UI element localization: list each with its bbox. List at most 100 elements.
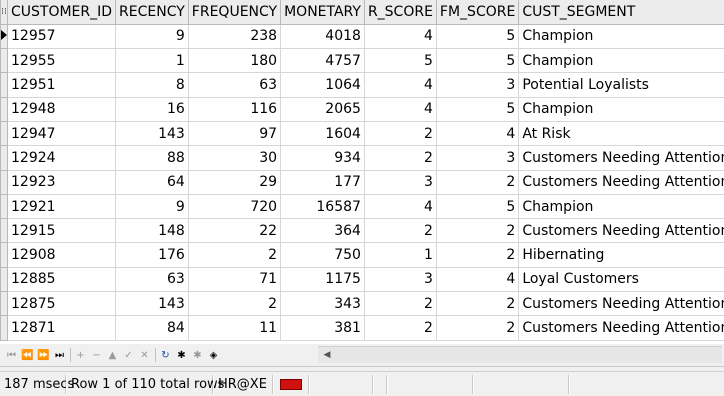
cell-recency[interactable]: 143 (116, 292, 189, 316)
cell-r-score[interactable]: 2 (364, 316, 436, 340)
cell-cust-segment[interactable]: Champion (519, 24, 724, 48)
cell-frequency[interactable]: 720 (188, 194, 280, 218)
cell-frequency[interactable]: 71 (188, 267, 280, 291)
post-edit-button[interactable]: ✓ (121, 347, 136, 363)
table-row[interactable]: 128856371117534Loyal Customers (1, 267, 724, 291)
cell-customer-id[interactable]: 12885 (8, 267, 116, 291)
cell-monetary[interactable]: 2065 (281, 97, 365, 121)
column-header-customer-id[interactable]: CUSTOMER_ID (8, 0, 116, 24)
cell-recency[interactable]: 8 (116, 73, 189, 97)
cell-cust-segment[interactable]: Champion (519, 49, 724, 73)
cell-r-score[interactable]: 2 (364, 121, 436, 145)
column-header-recency[interactable]: RECENCY (116, 0, 189, 24)
cancel-edit-button[interactable]: ✕ (137, 347, 152, 363)
table-row[interactable]: 12908176275012Hibernating (1, 243, 724, 267)
cell-recency[interactable]: 84 (116, 316, 189, 340)
cell-fm-score[interactable]: 2 (436, 292, 518, 316)
table-row[interactable]: 129151482236422Customers Needing Attenti… (1, 219, 724, 243)
next-page-button[interactable]: ⏩ (36, 347, 51, 363)
table-row[interactable]: 12871841138122Customers Needing Attentio… (1, 316, 724, 340)
cell-recency[interactable]: 143 (116, 121, 189, 145)
table-row[interactable]: 12924883093423Customers Needing Attentio… (1, 146, 724, 170)
first-record-button[interactable]: ⏮ (4, 347, 19, 363)
cell-r-score[interactable]: 4 (364, 194, 436, 218)
cell-customer-id[interactable]: 12875 (8, 292, 116, 316)
cell-frequency[interactable]: 180 (188, 49, 280, 73)
cell-fm-score[interactable]: 5 (436, 24, 518, 48)
row-indicator[interactable] (1, 243, 8, 267)
column-header-r-score[interactable]: R_SCORE (364, 0, 436, 24)
cell-customer-id[interactable]: 12957 (8, 24, 116, 48)
cell-cust-segment[interactable]: Champion (519, 194, 724, 218)
cell-recency[interactable]: 88 (116, 146, 189, 170)
cell-recency[interactable]: 148 (116, 219, 189, 243)
cell-customer-id[interactable]: 12871 (8, 316, 116, 340)
cell-frequency[interactable]: 238 (188, 24, 280, 48)
cell-monetary[interactable]: 381 (281, 316, 365, 340)
cell-customer-id[interactable]: 12951 (8, 73, 116, 97)
cell-customer-id[interactable]: 12923 (8, 170, 116, 194)
cell-customer-id[interactable]: 12915 (8, 219, 116, 243)
cell-r-score[interactable]: 2 (364, 292, 436, 316)
cell-r-score[interactable]: 2 (364, 219, 436, 243)
row-indicator[interactable] (1, 219, 8, 243)
cell-fm-score[interactable]: 4 (436, 267, 518, 291)
table-row[interactable]: 129551180475755Champion (1, 49, 724, 73)
cell-cust-segment[interactable]: Customers Needing Attention (519, 292, 724, 316)
cell-frequency[interactable]: 116 (188, 97, 280, 121)
scroll-left-icon[interactable]: ◀ (320, 348, 334, 362)
cell-cust-segment[interactable]: Customers Needing Attention (519, 316, 724, 340)
cell-frequency[interactable]: 2 (188, 243, 280, 267)
cell-recency[interactable]: 9 (116, 24, 189, 48)
cell-monetary[interactable]: 1064 (281, 73, 365, 97)
cell-customer-id[interactable]: 12947 (8, 121, 116, 145)
cell-fm-score[interactable]: 2 (436, 170, 518, 194)
column-header-fm-score[interactable]: FM_SCORE (436, 0, 518, 24)
cell-r-score[interactable]: 5 (364, 49, 436, 73)
cell-monetary[interactable]: 177 (281, 170, 365, 194)
query-by-example-button[interactable]: ✱ (174, 347, 189, 363)
row-indicator[interactable] (1, 146, 8, 170)
table-row[interactable]: 1292197201658745Champion (1, 194, 724, 218)
row-indicator[interactable] (1, 316, 8, 340)
header-indicator[interactable]: ⁞⁞ (1, 0, 8, 24)
cell-customer-id[interactable]: 12924 (8, 146, 116, 170)
table-row[interactable]: 129579238401845Champion (1, 24, 724, 48)
cell-fm-score[interactable]: 3 (436, 146, 518, 170)
table-row[interactable]: 1294714397160424At Risk (1, 121, 724, 145)
row-indicator[interactable] (1, 73, 8, 97)
cell-cust-segment[interactable]: Loyal Customers (519, 267, 724, 291)
cell-cust-segment[interactable]: At Risk (519, 121, 724, 145)
cell-customer-id[interactable]: 12908 (8, 243, 116, 267)
cell-fm-score[interactable]: 5 (436, 97, 518, 121)
cell-monetary[interactable]: 4757 (281, 49, 365, 73)
row-indicator[interactable] (1, 292, 8, 316)
row-indicator[interactable] (1, 121, 8, 145)
cell-fm-score[interactable]: 5 (436, 49, 518, 73)
cell-monetary[interactable]: 1175 (281, 267, 365, 291)
horizontal-scrollbar[interactable]: ◀ (318, 346, 722, 363)
cell-fm-score[interactable]: 4 (436, 121, 518, 145)
table-row[interactable]: 12951863106443Potential Loyalists (1, 73, 724, 97)
cell-cust-segment[interactable]: Hibernating (519, 243, 724, 267)
cell-fm-score[interactable]: 3 (436, 73, 518, 97)
cell-cust-segment[interactable]: Customers Needing Attention (519, 146, 724, 170)
cell-frequency[interactable]: 2 (188, 292, 280, 316)
column-header-cust-segment[interactable]: CUST_SEGMENT (519, 0, 724, 24)
cell-frequency[interactable]: 63 (188, 73, 280, 97)
row-indicator[interactable] (1, 194, 8, 218)
cell-cust-segment[interactable]: Customers Needing Attention (519, 219, 724, 243)
cell-customer-id[interactable]: 12921 (8, 194, 116, 218)
cell-monetary[interactable]: 4018 (281, 24, 365, 48)
table-row[interactable]: 12923642917732Customers Needing Attentio… (1, 170, 724, 194)
column-header-frequency[interactable]: FREQUENCY (188, 0, 280, 24)
refresh-button[interactable]: ↻ (158, 347, 173, 363)
cell-monetary[interactable]: 364 (281, 219, 365, 243)
cell-recency[interactable]: 16 (116, 97, 189, 121)
table-row[interactable]: 12875143234322Customers Needing Attentio… (1, 292, 724, 316)
cell-monetary[interactable]: 750 (281, 243, 365, 267)
cell-fm-score[interactable]: 2 (436, 219, 518, 243)
edit-record-button[interactable]: ▲ (105, 347, 120, 363)
row-indicator[interactable] (1, 267, 8, 291)
cell-fm-score[interactable]: 2 (436, 316, 518, 340)
